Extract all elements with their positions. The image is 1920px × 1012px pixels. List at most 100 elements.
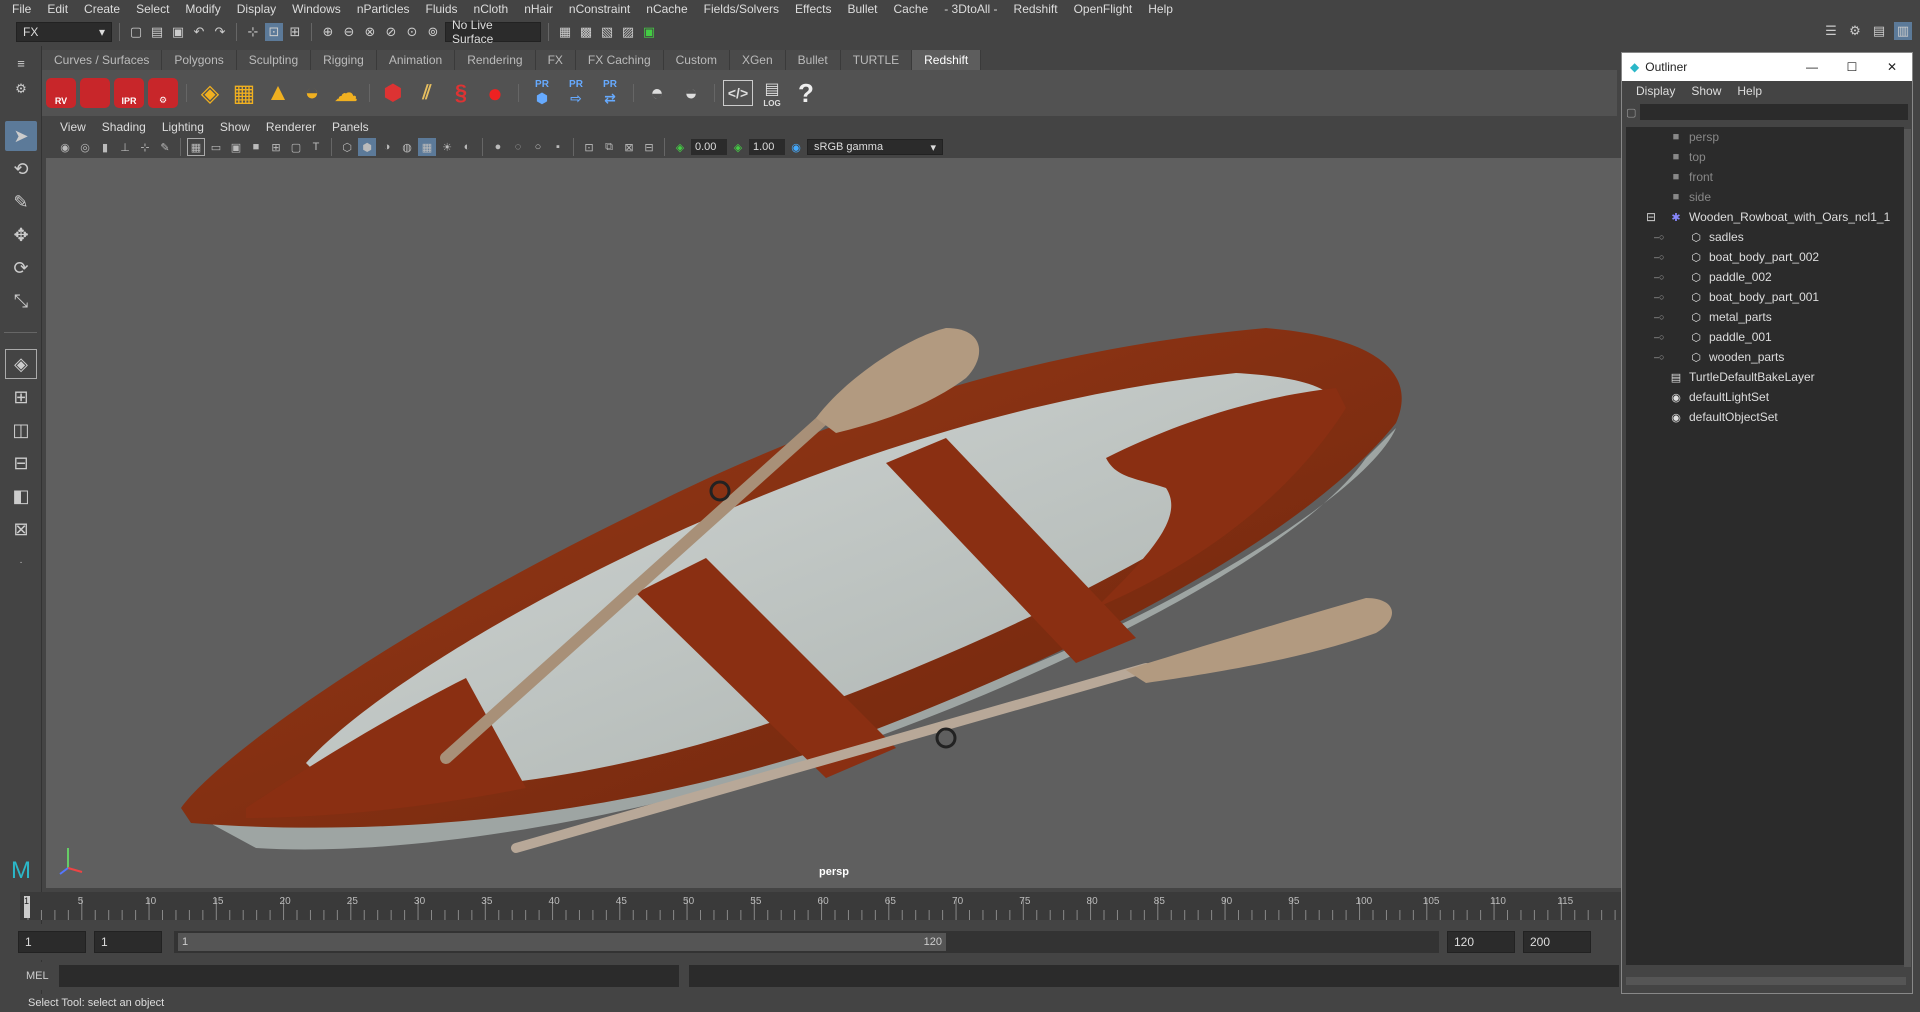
outliner-item[interactable]: ▤ TurtleDefaultBakeLayer <box>1626 367 1904 387</box>
hypershade-icon[interactable]: ▣ <box>640 23 658 41</box>
ies-light-icon[interactable]: ▲ <box>263 76 293 110</box>
menu-nhair[interactable]: nHair <box>516 2 561 16</box>
menu-help[interactable]: Help <box>1140 2 1181 16</box>
image-plane-icon[interactable]: ⊥ <box>116 138 134 156</box>
snap-surface-icon[interactable]: ⊙ <box>403 23 421 41</box>
use-all-lights-icon[interactable]: ▦ <box>418 138 436 156</box>
multisample-aa-icon[interactable]: ◌ <box>509 138 527 156</box>
new-scene-icon[interactable]: ▢ <box>127 23 145 41</box>
maximize-icon[interactable]: ☐ <box>1832 60 1872 74</box>
attribute-editor-icon[interactable]: ☰ <box>1822 22 1840 40</box>
gamma-icon[interactable]: ◈ <box>729 138 747 156</box>
safe-title-icon[interactable]: T <box>307 138 325 156</box>
menu-nparticles[interactable]: nParticles <box>349 2 418 16</box>
menu-modify[interactable]: Modify <box>177 2 228 16</box>
menu-ncloth[interactable]: nCloth <box>466 2 517 16</box>
outliner-item[interactable]: –○ ⬡ paddle_002 <box>1626 267 1904 287</box>
max-frame-field[interactable]: 200 <box>1523 931 1591 953</box>
menu-bullet[interactable]: Bullet <box>839 2 885 16</box>
shelf-tab-fx-caching[interactable]: FX Caching <box>575 50 664 70</box>
shelf-tab-rigging[interactable]: Rigging <box>311 50 377 70</box>
four-pane-layout-icon[interactable]: ⊞ <box>5 382 37 412</box>
outliner-item[interactable]: –○ ⬡ sadles <box>1626 227 1904 247</box>
side-by-side-layout-icon[interactable]: ◫ <box>5 415 37 445</box>
outliner-persp-layout-icon[interactable]: ◧ <box>5 481 37 511</box>
outliner-item[interactable]: ◉ defaultLightSet <box>1626 387 1904 407</box>
rotate-tool-icon[interactable]: ⟳ <box>5 253 37 283</box>
proxy-cube-icon[interactable]: ⬢ <box>378 76 408 110</box>
move-tool-icon[interactable]: ✥ <box>5 220 37 250</box>
perspective-viewport[interactable]: persp <box>46 158 1622 888</box>
viewport-menu-panels[interactable]: Panels <box>324 120 377 134</box>
sun-light-icon[interactable]: ☁ <box>331 76 361 110</box>
hair-icon[interactable]: § <box>446 76 476 110</box>
xray-icon[interactable]: ⊡ <box>580 138 598 156</box>
persp-graph-layout-icon[interactable]: ⊠ <box>5 514 37 544</box>
portal-light-icon[interactable]: ▦ <box>229 76 259 110</box>
two-d-pan-icon[interactable]: ⊹ <box>136 138 154 156</box>
outliner-item[interactable]: ■ front <box>1626 167 1904 187</box>
outliner-scrollbar-v[interactable] <box>1904 129 1911 967</box>
menu-effects[interactable]: Effects <box>787 2 839 16</box>
camera-lock-icon[interactable]: ◎ <box>76 138 94 156</box>
help-icon[interactable]: ? <box>791 76 821 110</box>
field-chart-icon[interactable]: ⊞ <box>267 138 285 156</box>
close-icon[interactable]: ✕ <box>1872 60 1912 74</box>
outliner-menu-display[interactable]: Display <box>1628 84 1683 98</box>
select-hierarchy-icon[interactable]: ⊹ <box>244 23 262 41</box>
minimize-icon[interactable]: — <box>1792 60 1832 74</box>
shelf-tab-fx[interactable]: FX <box>535 50 576 70</box>
range-slider[interactable]: 1 120 <box>174 931 1439 953</box>
menu-ncache[interactable]: nCache <box>638 2 695 16</box>
outliner-item[interactable]: ■ top <box>1626 147 1904 167</box>
safe-action-icon[interactable]: ▢ <box>287 138 305 156</box>
camera-attributes-icon[interactable]: ◉ <box>56 138 74 156</box>
menu-edit[interactable]: Edit <box>39 2 76 16</box>
select-tool-icon[interactable]: ➤ <box>5 121 37 151</box>
shelf-tab-animation[interactable]: Animation <box>376 50 456 70</box>
log-icon[interactable]: ▤ LOG <box>757 76 787 110</box>
shelf-tab-rendering[interactable]: Rendering <box>455 50 536 70</box>
layout-more-icon[interactable]: · <box>5 547 37 577</box>
menu-set-select[interactable]: FX ▾ <box>16 22 112 42</box>
shelf-tab-polygons[interactable]: Polygons <box>162 50 237 70</box>
render-view-icon[interactable]: ▨ <box>619 23 637 41</box>
snap-point-icon[interactable]: ⊗ <box>361 23 379 41</box>
modeling-toolkit-icon[interactable]: ▥ <box>1894 22 1912 40</box>
shadows-icon[interactable]: ☀ <box>438 138 456 156</box>
outliner-item[interactable]: –○ ⬡ metal_parts <box>1626 307 1904 327</box>
select-object-icon[interactable]: ⊡ <box>265 23 283 41</box>
redshift-settings-icon[interactable]: ⚙ <box>148 76 178 110</box>
redshift-ipr-icon[interactable]: IPR <box>114 76 144 110</box>
oar-blade-right[interactable] <box>1126 598 1393 683</box>
sphere-icon[interactable]: ● <box>480 76 510 110</box>
pr-import-icon[interactable]: PR ⇨ <box>561 76 591 110</box>
material-plate-icon[interactable]: ◒ <box>676 76 706 110</box>
volume-icon[interactable]: ⫽ <box>412 76 442 110</box>
render-frame-icon[interactable]: ▩ <box>577 23 595 41</box>
backface-culling-icon[interactable]: ⊟ <box>640 138 658 156</box>
redshift-render-icon[interactable] <box>80 76 110 110</box>
menu-openflight[interactable]: OpenFlight <box>1066 2 1141 16</box>
outliner-item[interactable]: ◉ defaultObjectSet <box>1626 407 1904 427</box>
script-editor-icon[interactable]: </> <box>723 80 753 106</box>
menu-fluids[interactable]: Fluids <box>418 2 466 16</box>
menu-windows[interactable]: Windows <box>284 2 349 16</box>
shelf-tab-sculpting[interactable]: Sculpting <box>236 50 312 70</box>
snap-curve-icon[interactable]: ⊖ <box>340 23 358 41</box>
ipr-render-icon[interactable]: ▧ <box>598 23 616 41</box>
range-slider-handle[interactable]: 1 120 <box>178 933 946 951</box>
tool-settings-icon[interactable]: ⚙ <box>1846 22 1864 40</box>
single-pane-layout-icon[interactable]: ◈ <box>5 349 37 379</box>
viewport-menu-lighting[interactable]: Lighting <box>154 120 212 134</box>
outliner-item[interactable]: ⊟ ✱ Wooden_Rowboat_with_Oars_ncl1_1 <box>1626 207 1904 227</box>
menu-select[interactable]: Select <box>128 2 177 16</box>
outliner-item[interactable]: –○ ⬡ paddle_001 <box>1626 327 1904 347</box>
stacked-layout-icon[interactable]: ⊟ <box>5 448 37 478</box>
color-space-select[interactable]: sRGB gamma ▾ <box>807 139 943 155</box>
smooth-shade-icon[interactable]: ⬢ <box>358 138 376 156</box>
scale-tool-icon[interactable]: ⤡ <box>5 286 37 316</box>
xray-components-icon[interactable]: ⊠ <box>620 138 638 156</box>
redo-icon[interactable]: ↷ <box>211 23 229 41</box>
gamma-field[interactable]: 1.00 <box>749 139 785 155</box>
